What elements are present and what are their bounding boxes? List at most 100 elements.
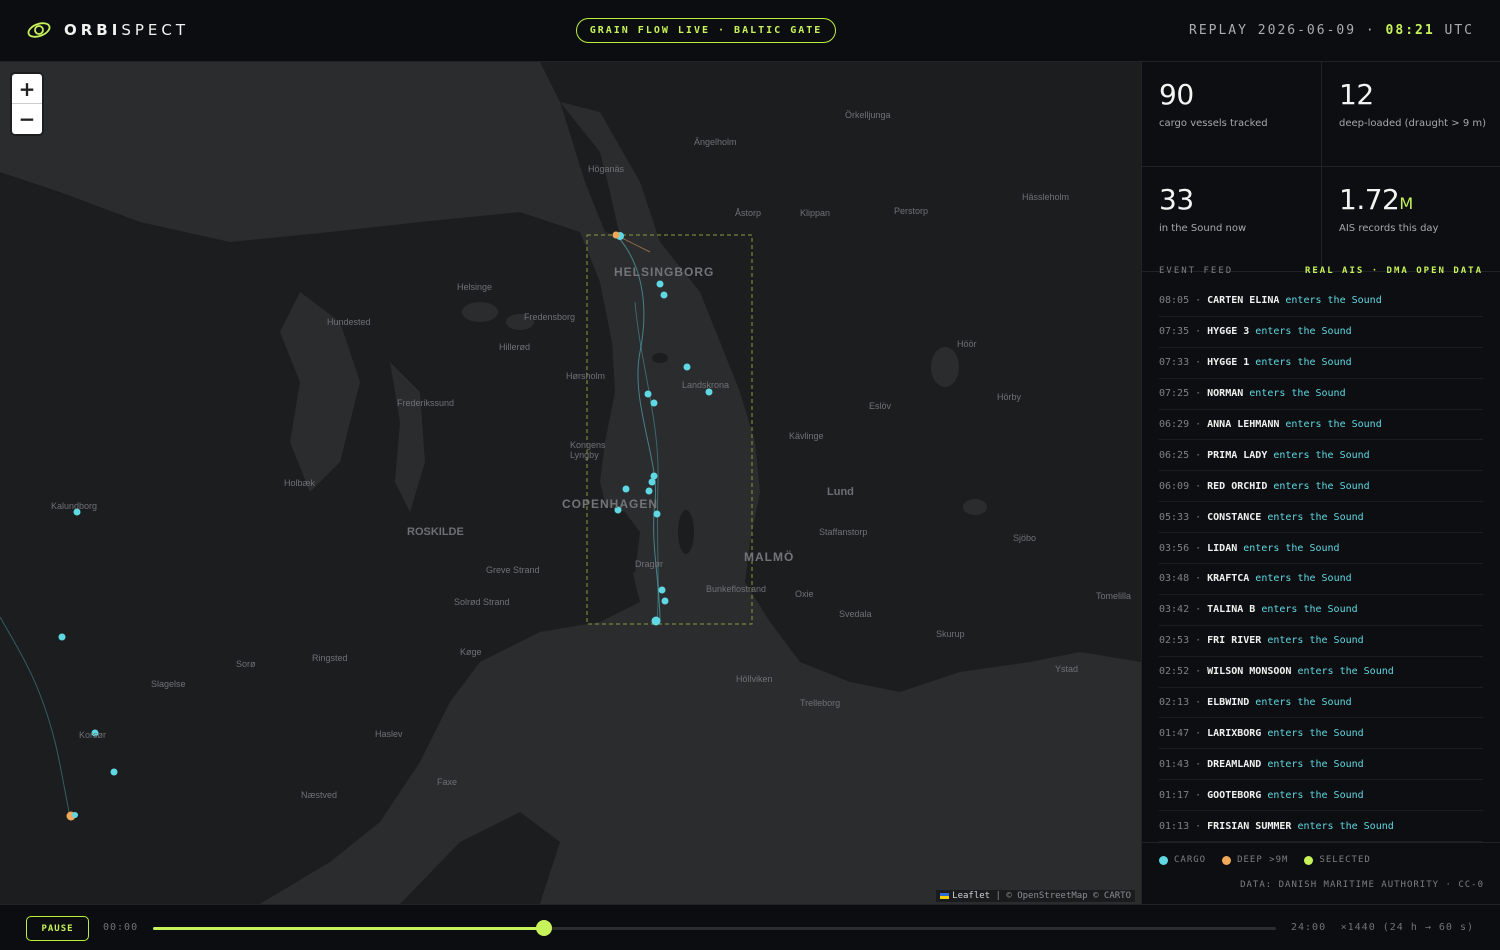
place-label: Ringsted <box>312 653 348 663</box>
event-action: enters the Sound <box>1267 758 1364 770</box>
map-attribution: Leaflet | © OpenStreetMap © CARTO <box>936 890 1135 902</box>
event-feed-item[interactable]: 03:42 · TALINA B enters the Sound <box>1159 595 1483 626</box>
vessel-marker[interactable] <box>645 487 653 495</box>
timeline-handle[interactable] <box>535 920 552 936</box>
cargo-dot-icon <box>1159 855 1168 865</box>
vessel-marker[interactable] <box>653 510 661 518</box>
top-bar: ORBISPECT GRAIN FLOW LIVE · BALTIC GATE … <box>0 0 1500 62</box>
brand-name: ORBISPECT <box>64 21 190 39</box>
event-action: enters the Sound <box>1297 666 1394 678</box>
event-feed-item[interactable]: 01:17 · GOOTEBORG enters the Sound <box>1159 780 1483 812</box>
event-time: 06:09 <box>1159 480 1190 492</box>
vessel-marker[interactable] <box>110 768 118 776</box>
vessel-marker[interactable] <box>644 390 652 398</box>
zoom-out-button[interactable]: − <box>12 104 42 134</box>
event-feed-item[interactable]: 06:09 · RED ORCHID enters the Sound <box>1159 471 1483 503</box>
place-label: Hillerød <box>499 342 531 352</box>
event-feed-item[interactable]: 05:33 · CONSTANCE enters the Sound <box>1159 502 1483 534</box>
event-time: 06:25 <box>1159 449 1190 461</box>
event-feed-list[interactable]: 08:05 · CARTEN ELINA enters the Sound 07:35 ·… <box>1159 286 1483 843</box>
event-vessel: LARIXBORG <box>1207 727 1262 739</box>
event-vessel: ELBWIND <box>1207 697 1250 709</box>
event-feed-item[interactable]: 07:25 · NORMAN enters the Sound <box>1159 379 1483 410</box>
vessel-marker[interactable] <box>661 597 669 605</box>
place-label: Greve Strand <box>486 565 540 575</box>
land-saltholm <box>678 510 694 554</box>
vessel-marker[interactable] <box>648 478 656 486</box>
vessel-marker[interactable] <box>658 586 666 594</box>
vessel-marker[interactable] <box>683 363 691 371</box>
pause-button[interactable]: PAUSE <box>26 916 89 941</box>
map-view[interactable]: Örkelljunga Ängelholm Höganäs Åstorp Kli… <box>0 62 1141 904</box>
stat-value: 12 <box>1339 78 1374 111</box>
event-feed-item[interactable]: 08:05 · CARTEN ELINA enters the Sound <box>1159 286 1483 317</box>
place-label: Bunkeflostrand <box>706 584 767 594</box>
event-feed-item[interactable]: 06:25 · PRIMA LADY enters the Sound <box>1159 440 1483 472</box>
place-label: Ängelholm <box>694 137 737 147</box>
zoom-in-button[interactable]: + <box>12 74 42 104</box>
deep-vessel-marker[interactable] <box>612 231 620 239</box>
vessel-marker[interactable] <box>656 280 664 288</box>
event-vessel: WILSON MONSOON <box>1207 666 1292 678</box>
place-label: Haslev <box>375 729 403 739</box>
place-label: Svedala <box>839 609 872 619</box>
vessel-marker[interactable] <box>622 485 630 493</box>
vessel-marker[interactable] <box>650 399 658 407</box>
place-label: ROSKILDE <box>407 526 464 538</box>
vessel-marker[interactable] <box>58 633 66 641</box>
event-vessel: KRAFTCA <box>1207 573 1250 585</box>
vessel-marker[interactable] <box>651 616 661 626</box>
map-legend: CARGO DEEP >9M SELECTED <box>1159 855 1371 865</box>
event-feed-item[interactable]: 07:33 · HYGGE 1 enters the Sound <box>1159 348 1483 379</box>
event-feed-item[interactable]: 02:53 · FRI RIVER enters the Sound <box>1159 626 1483 657</box>
stat-label: cargo vessels tracked <box>1159 118 1268 129</box>
vessel-marker[interactable] <box>72 812 78 818</box>
event-separator: · <box>1195 295 1202 307</box>
place-label: Staffanstorp <box>819 527 868 537</box>
event-vessel: ANNA LEHMANN <box>1207 419 1280 430</box>
event-feed-item[interactable]: 01:13 · FRISIAN SUMMER enters the Sound <box>1159 811 1483 843</box>
place-label: HELSINGBORG <box>614 265 715 279</box>
vessel-marker[interactable] <box>660 291 668 299</box>
event-feed-item[interactable]: 03:56 · LIDAN enters the Sound <box>1159 533 1483 565</box>
timeline-end: 24:00 <box>1291 922 1327 933</box>
event-time: 03:56 <box>1159 542 1190 554</box>
event-feed-source: REAL AIS · DMA OPEN DATA <box>1304 266 1483 276</box>
event-action: enters the Sound <box>1255 326 1352 338</box>
event-separator: · <box>1195 727 1202 739</box>
event-vessel: HYGGE 1 <box>1207 357 1250 369</box>
event-separator: · <box>1195 511 1202 523</box>
event-feed-item[interactable]: 01:43 · DREAMLAND enters the Sound <box>1159 749 1483 781</box>
event-feed-item[interactable]: 02:52 · WILSON MONSOON enters the Sound <box>1159 657 1483 688</box>
event-feed-item[interactable]: 02:13 · ELBWIND enters the Sound <box>1159 688 1483 719</box>
event-vessel: DREAMLAND <box>1207 758 1262 770</box>
attribution-text: | © OpenStreetMap © CARTO <box>995 891 1131 901</box>
stat-value: 33 <box>1159 183 1194 216</box>
event-feed-item[interactable]: 01:47 · LARIXBORG enters the Sound <box>1159 718 1483 750</box>
event-action: enters the Sound <box>1255 357 1352 369</box>
place-label: Sjöbo <box>1013 533 1037 543</box>
place-label: Faxe <box>437 777 458 787</box>
stat-label: deep-loaded (draught > 9 m) <box>1339 118 1487 129</box>
event-vessel: CONSTANCE <box>1207 511 1262 523</box>
event-action: enters the Sound <box>1255 697 1352 709</box>
brand[interactable]: ORBISPECT <box>26 20 189 40</box>
replay-clock: REPLAY 2026-06-09 · 08:21 UTC <box>1189 23 1474 38</box>
event-action: enters the Sound <box>1285 419 1382 430</box>
event-separator: · <box>1195 758 1202 770</box>
event-action: enters the Sound <box>1273 449 1370 461</box>
leaflet-link[interactable]: Leaflet <box>952 891 990 901</box>
event-vessel: NORMAN <box>1207 388 1244 400</box>
event-feed-item[interactable]: 06:29 · ANNA LEHMANN enters the Sound <box>1159 410 1483 441</box>
vessel-marker[interactable] <box>650 472 658 480</box>
stat-card-ais-records: 1.72M AIS records this day <box>1321 167 1500 272</box>
place-label: Frederikssund <box>397 398 455 408</box>
event-action: enters the Sound <box>1249 388 1346 400</box>
event-time: 01:17 <box>1159 789 1190 801</box>
place-label: Perstorp <box>894 206 929 216</box>
event-feed-item[interactable]: 07:35 · HYGGE 3 enters the Sound <box>1159 317 1483 348</box>
event-feed-item[interactable]: 03:48 · KRAFTCA enters the Sound <box>1159 564 1483 595</box>
timeline-slider[interactable] <box>153 920 1276 936</box>
place-label: Solrød Strand <box>454 597 510 607</box>
event-time: 08:05 <box>1159 295 1190 307</box>
